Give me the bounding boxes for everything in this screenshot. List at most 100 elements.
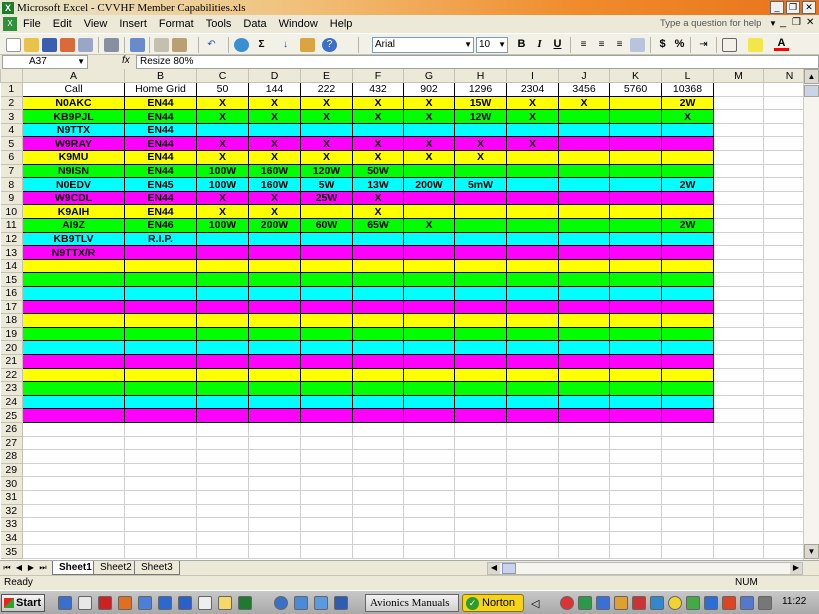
tray-icon-2[interactable]	[578, 596, 592, 610]
cell-g11[interactable]: X	[403, 218, 455, 233]
cell-e25[interactable]	[300, 408, 353, 423]
cell-h8[interactable]: 5mW	[454, 177, 507, 192]
cell-k33[interactable]	[609, 517, 662, 532]
cell-j6[interactable]	[558, 150, 610, 165]
cell-g35[interactable]	[403, 544, 455, 559]
cell-h5[interactable]: X	[454, 136, 507, 152]
cell-e14[interactable]	[300, 258, 353, 274]
cell-m3[interactable]	[713, 109, 764, 124]
ie-icon[interactable]	[274, 596, 288, 610]
cell-c30[interactable]	[196, 476, 249, 491]
cell-c11[interactable]: 100W	[196, 218, 249, 233]
cell-a4[interactable]: N9TTX	[22, 122, 125, 138]
cell-h4[interactable]	[454, 122, 507, 138]
cell-g12[interactable]	[403, 231, 455, 247]
cell-j7[interactable]	[558, 163, 610, 179]
cell-k14[interactable]	[609, 258, 662, 274]
cell-m13[interactable]	[713, 245, 764, 260]
row-header[interactable]: 15	[0, 272, 23, 287]
cell-l31[interactable]	[661, 489, 714, 505]
permission-icon[interactable]	[60, 38, 75, 52]
row-header[interactable]: 34	[0, 530, 23, 546]
cell-g18[interactable]	[403, 313, 455, 328]
cell-l30[interactable]	[661, 476, 714, 491]
cell-a26[interactable]	[22, 421, 125, 437]
menu-file[interactable]: File	[17, 18, 47, 30]
cell-m28[interactable]	[713, 449, 764, 464]
cell-j32[interactable]	[558, 503, 610, 519]
cell-h22[interactable]	[454, 367, 507, 383]
cell-a17[interactable]	[22, 299, 125, 315]
cell-a7[interactable]: N9ISN	[22, 163, 125, 179]
cell-h11[interactable]	[454, 218, 507, 233]
cell-j16[interactable]	[558, 286, 610, 301]
cell-l34[interactable]	[661, 530, 714, 546]
cell-f22[interactable]	[352, 367, 404, 383]
cell-f3[interactable]: X	[352, 109, 404, 124]
new-icon[interactable]	[6, 38, 21, 52]
cell-b6[interactable]: EN44	[124, 150, 197, 165]
taskbar-window-button[interactable]: Avionics Manuals	[365, 594, 459, 612]
cell-b11[interactable]: EN46	[124, 218, 197, 233]
cell-e28[interactable]	[300, 449, 353, 464]
row-header[interactable]: 23	[0, 381, 23, 396]
cell-j31[interactable]	[558, 489, 610, 505]
cell-l29[interactable]	[661, 462, 714, 478]
cell-j15[interactable]	[558, 272, 610, 287]
align-left-icon[interactable]: ≡	[576, 38, 591, 52]
cell-e4[interactable]	[300, 122, 353, 138]
cell-c35[interactable]	[196, 544, 249, 559]
row-header[interactable]: 26	[0, 421, 23, 437]
fill-color-icon[interactable]	[748, 38, 763, 52]
cell-l26[interactable]	[661, 421, 714, 437]
column-header-d[interactable]: D	[248, 69, 301, 84]
cell-m11[interactable]	[713, 218, 764, 233]
start-button[interactable]: Start	[1, 594, 45, 612]
cell-m29[interactable]	[713, 462, 764, 478]
cell-j9[interactable]	[558, 190, 610, 206]
cell-c14[interactable]	[196, 258, 249, 274]
row-header[interactable]: 20	[0, 340, 23, 355]
cell-f13[interactable]	[352, 245, 404, 260]
cell-b21[interactable]	[124, 353, 197, 369]
cell-k27[interactable]	[609, 435, 662, 451]
cell-c5[interactable]: X	[196, 136, 249, 152]
cell-g13[interactable]	[403, 245, 455, 260]
cell-d9[interactable]: X	[248, 190, 301, 206]
cell-f15[interactable]	[352, 272, 404, 287]
cell-f26[interactable]	[352, 421, 404, 437]
quicklaunch-icon[interactable]	[58, 596, 72, 610]
tray-icon-7[interactable]	[668, 596, 682, 610]
cell-c6[interactable]: X	[196, 150, 249, 165]
cell-j17[interactable]	[558, 299, 610, 315]
cell-a8[interactable]: N0EDV	[22, 177, 125, 192]
cell-j24[interactable]	[558, 394, 610, 410]
cell-d12[interactable]	[248, 231, 301, 247]
row-header[interactable]: 35	[0, 544, 23, 559]
cell-g7[interactable]	[403, 163, 455, 179]
cell-b9[interactable]: EN44	[124, 190, 197, 206]
cell-l8[interactable]: 2W	[661, 177, 714, 192]
row-header[interactable]: 19	[0, 326, 23, 342]
cell-e1[interactable]: 222	[300, 82, 353, 97]
cell-b22[interactable]	[124, 367, 197, 383]
cell-e29[interactable]	[300, 462, 353, 478]
cell-d24[interactable]	[248, 394, 301, 410]
cell-b33[interactable]	[124, 517, 197, 532]
cell-g9[interactable]	[403, 190, 455, 206]
cell-j3[interactable]	[558, 109, 610, 124]
cell-g32[interactable]	[403, 503, 455, 519]
cell-l23[interactable]	[661, 381, 714, 396]
cell-d29[interactable]	[248, 462, 301, 478]
cell-m22[interactable]	[713, 367, 764, 383]
font-size-select[interactable]: 10 ▼	[476, 37, 508, 53]
outlook-icon[interactable]	[158, 596, 172, 610]
cell-k2[interactable]	[609, 95, 662, 111]
cell-h7[interactable]	[454, 163, 507, 179]
cell-d18[interactable]	[248, 313, 301, 328]
tray-icon-5[interactable]	[632, 596, 646, 610]
cell-a12[interactable]: KB9TLV	[22, 231, 125, 247]
cell-c34[interactable]	[196, 530, 249, 546]
row-header[interactable]: 14	[0, 258, 23, 274]
cell-e34[interactable]	[300, 530, 353, 546]
